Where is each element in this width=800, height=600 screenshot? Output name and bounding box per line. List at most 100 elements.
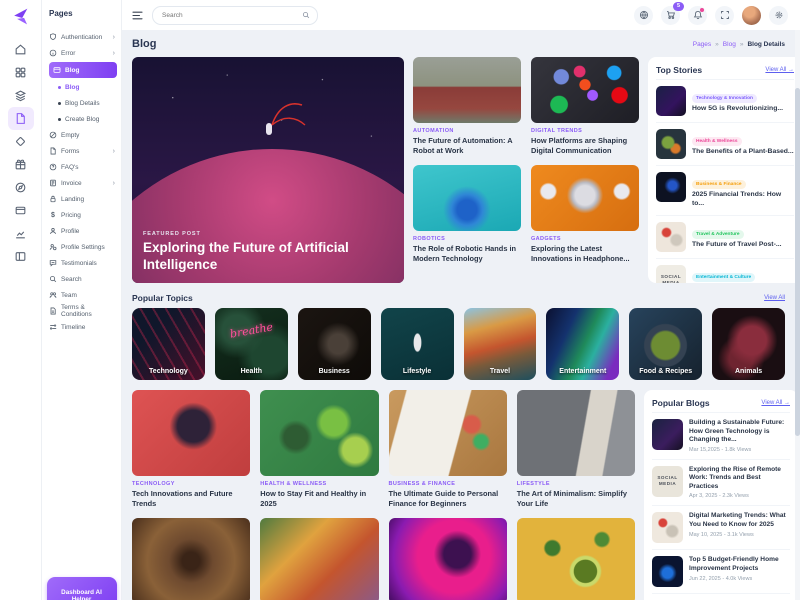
topic-tile-animals[interactable]: Animals — [712, 308, 785, 380]
sidebar-item-terms[interactable]: Terms & Conditions — [49, 303, 117, 319]
article-card[interactable]: AUTOMATION The Future of Automation: A R… — [413, 57, 521, 156]
brand-logo-icon[interactable] — [11, 7, 30, 26]
sidebar-item-pricing[interactable]: $ Pricing — [49, 207, 117, 223]
popular-blog-item[interactable]: SOCIAL MEDIA Exploring the Rise of Remot… — [652, 459, 790, 506]
user-avatar[interactable] — [742, 6, 761, 25]
article-card[interactable] — [260, 518, 378, 600]
topics-view-all-link[interactable]: View All — [764, 295, 785, 301]
topic-tile-food-recipes[interactable]: Food & Recipes — [629, 308, 702, 380]
story-item[interactable]: Business & Finance 2025 Financial Trends… — [656, 165, 794, 215]
hamburger-menu-icon[interactable] — [132, 11, 143, 20]
topic-tile-travel[interactable]: Travel — [464, 308, 537, 380]
rail-gift-icon[interactable] — [8, 153, 34, 176]
article-card[interactable]: TECHNOLOGY Tech Innovations and Future T… — [132, 390, 250, 509]
popular-blog-item[interactable]: Top 5 Budget-Friendly Home Improvement P… — [652, 549, 790, 593]
rail-layers-icon[interactable] — [8, 84, 34, 107]
article-image-clock — [132, 518, 250, 600]
article-card[interactable] — [517, 518, 635, 600]
story-title: How 5G is Revolutionizing... — [692, 105, 783, 114]
sidebar-item-search[interactable]: Search — [49, 271, 117, 287]
article-category: BUSINESS & FINANCE — [389, 481, 507, 487]
story-item[interactable]: SOCIAL MEDIA Entertainment & Culture How… — [656, 258, 794, 283]
rail-panel-icon[interactable] — [8, 245, 34, 268]
popular-blog-item[interactable]: Building a Sustainable Future: How Green… — [652, 412, 790, 459]
chevron-right-icon: › — [113, 148, 117, 155]
rail-widgets-icon[interactable] — [8, 130, 34, 153]
popular-blogs-title: Popular Blogs — [652, 398, 710, 408]
page-content: Blog Pages » Blog » Blog Details FEATURE… — [122, 30, 800, 600]
sidebar-subitem-blog-details[interactable]: Blog Details — [49, 95, 117, 111]
sidebar-item-faqs[interactable]: FAQ's — [49, 159, 117, 175]
story-item[interactable]: Travel & Adventure The Future of Travel … — [656, 215, 794, 258]
cart-button[interactable]: 5 — [661, 6, 680, 25]
article-card[interactable]: ROBOTICS The Role of Robotic Hands in Mo… — [413, 165, 521, 264]
sidebar-item-empty[interactable]: Empty — [49, 127, 117, 143]
article-card[interactable] — [132, 518, 250, 600]
team-icon — [49, 291, 57, 299]
sidebar-item-invoice[interactable]: Invoice › — [49, 175, 117, 191]
top-stories-view-all-link[interactable]: View All → — [765, 67, 794, 73]
story-title: The Future of Travel Post-... — [692, 241, 782, 250]
notification-dot — [700, 8, 704, 12]
breadcrumb-pages[interactable]: Pages — [693, 41, 711, 48]
popular-blog-item[interactable]: Mastering the Art of ... — [652, 593, 790, 600]
topic-tile-health[interactable]: breatheHealth — [215, 308, 288, 380]
story-thumbnail: SOCIAL MEDIA — [656, 265, 686, 283]
story-thumbnail — [656, 129, 686, 159]
rail-home-icon[interactable] — [8, 38, 34, 61]
photo-text: breathe — [215, 318, 288, 343]
blog-meta: Mar 15,2025 - 1.8k Views — [689, 447, 790, 453]
sidebar-subitem-create-blog[interactable]: Create Blog — [49, 111, 117, 127]
dashboard-ai-helper-button[interactable]: Dashboard AI Helper — [47, 577, 117, 600]
fullscreen-button[interactable] — [715, 6, 734, 25]
topic-tile-business[interactable]: Business — [298, 308, 371, 380]
notifications-button[interactable] — [688, 6, 707, 25]
sidebar-subitem-blog[interactable]: Blog — [49, 79, 117, 95]
sidebar-item-authentication[interactable]: Authentication › — [49, 29, 117, 45]
settings-button[interactable] — [769, 6, 788, 25]
article-card[interactable]: HEALTH & WELLNESS How to Stay Fit and He… — [260, 390, 378, 509]
search-icon — [49, 275, 57, 283]
language-globe-button[interactable] — [634, 6, 653, 25]
breadcrumb-blog[interactable]: Blog — [723, 41, 736, 48]
sidebar-item-landing[interactable]: Landing — [49, 191, 117, 207]
sidebar-item-blog[interactable]: Blog — [49, 62, 117, 78]
article-card[interactable]: GADGETS Exploring the Latest Innovations… — [531, 165, 639, 264]
story-thumbnail — [656, 86, 686, 116]
article-card[interactable] — [389, 518, 507, 600]
sidebar-item-error[interactable]: Error › — [49, 45, 117, 61]
featured-post-card[interactable]: FEATURED POST Exploring the Future of Ar… — [132, 57, 404, 283]
story-item[interactable]: Technology & Innovation How 5G is Revolu… — [656, 79, 794, 122]
sidebar-item-team[interactable]: Team — [49, 287, 117, 303]
rail-chart-icon[interactable] — [8, 222, 34, 245]
rail-dashboard-icon[interactable] — [8, 61, 34, 84]
photo-text: SOCIAL MEDIA — [656, 274, 686, 283]
topic-tile-entertainment[interactable]: Entertainment — [546, 308, 619, 380]
scrollbar-thumb[interactable] — [795, 88, 800, 436]
article-card[interactable]: LIFESTYLE The Art of Minimalism: Simplif… — [517, 390, 635, 509]
article-title: How Platforms are Shaping Digital Commun… — [531, 136, 639, 156]
topic-tile-technology[interactable]: Technology — [132, 308, 205, 380]
article-category: AUTOMATION — [413, 128, 521, 134]
rail-pages-icon[interactable] — [8, 107, 34, 130]
chat-icon — [49, 259, 57, 267]
sidebar-item-testimonials[interactable]: Testimonials — [49, 255, 117, 271]
topic-label: Entertainment — [546, 368, 619, 375]
search-input[interactable] — [160, 11, 302, 20]
popular-blog-item[interactable]: Digital Marketing Trends: What You Need … — [652, 505, 790, 549]
popular-blogs-view-all-link[interactable]: View All → — [761, 400, 790, 406]
article-card[interactable]: BUSINESS & FINANCE The Ultimate Guide to… — [389, 390, 507, 509]
topic-tile-lifestyle[interactable]: Lifestyle — [381, 308, 454, 380]
cart-count-badge: 5 — [673, 2, 684, 11]
blog-title: Building a Sustainable Future: How Green… — [689, 419, 790, 445]
app-window: Pages Authentication › Error › Blog Blog… — [0, 0, 800, 600]
icon-rail — [0, 0, 42, 600]
rail-compass-icon[interactable] — [8, 176, 34, 199]
sidebar-item-profile-settings[interactable]: Profile Settings — [49, 239, 117, 255]
rail-wallet-icon[interactable] — [8, 199, 34, 222]
story-item[interactable]: Health & Wellness The Benefits of a Plan… — [656, 122, 794, 165]
sidebar-item-profile[interactable]: Profile — [49, 223, 117, 239]
sidebar-item-timeline[interactable]: Timeline — [49, 319, 117, 335]
sidebar-item-forms[interactable]: Forms › — [49, 143, 117, 159]
article-card[interactable]: DIGITAL TRENDS How Platforms are Shaping… — [531, 57, 639, 156]
